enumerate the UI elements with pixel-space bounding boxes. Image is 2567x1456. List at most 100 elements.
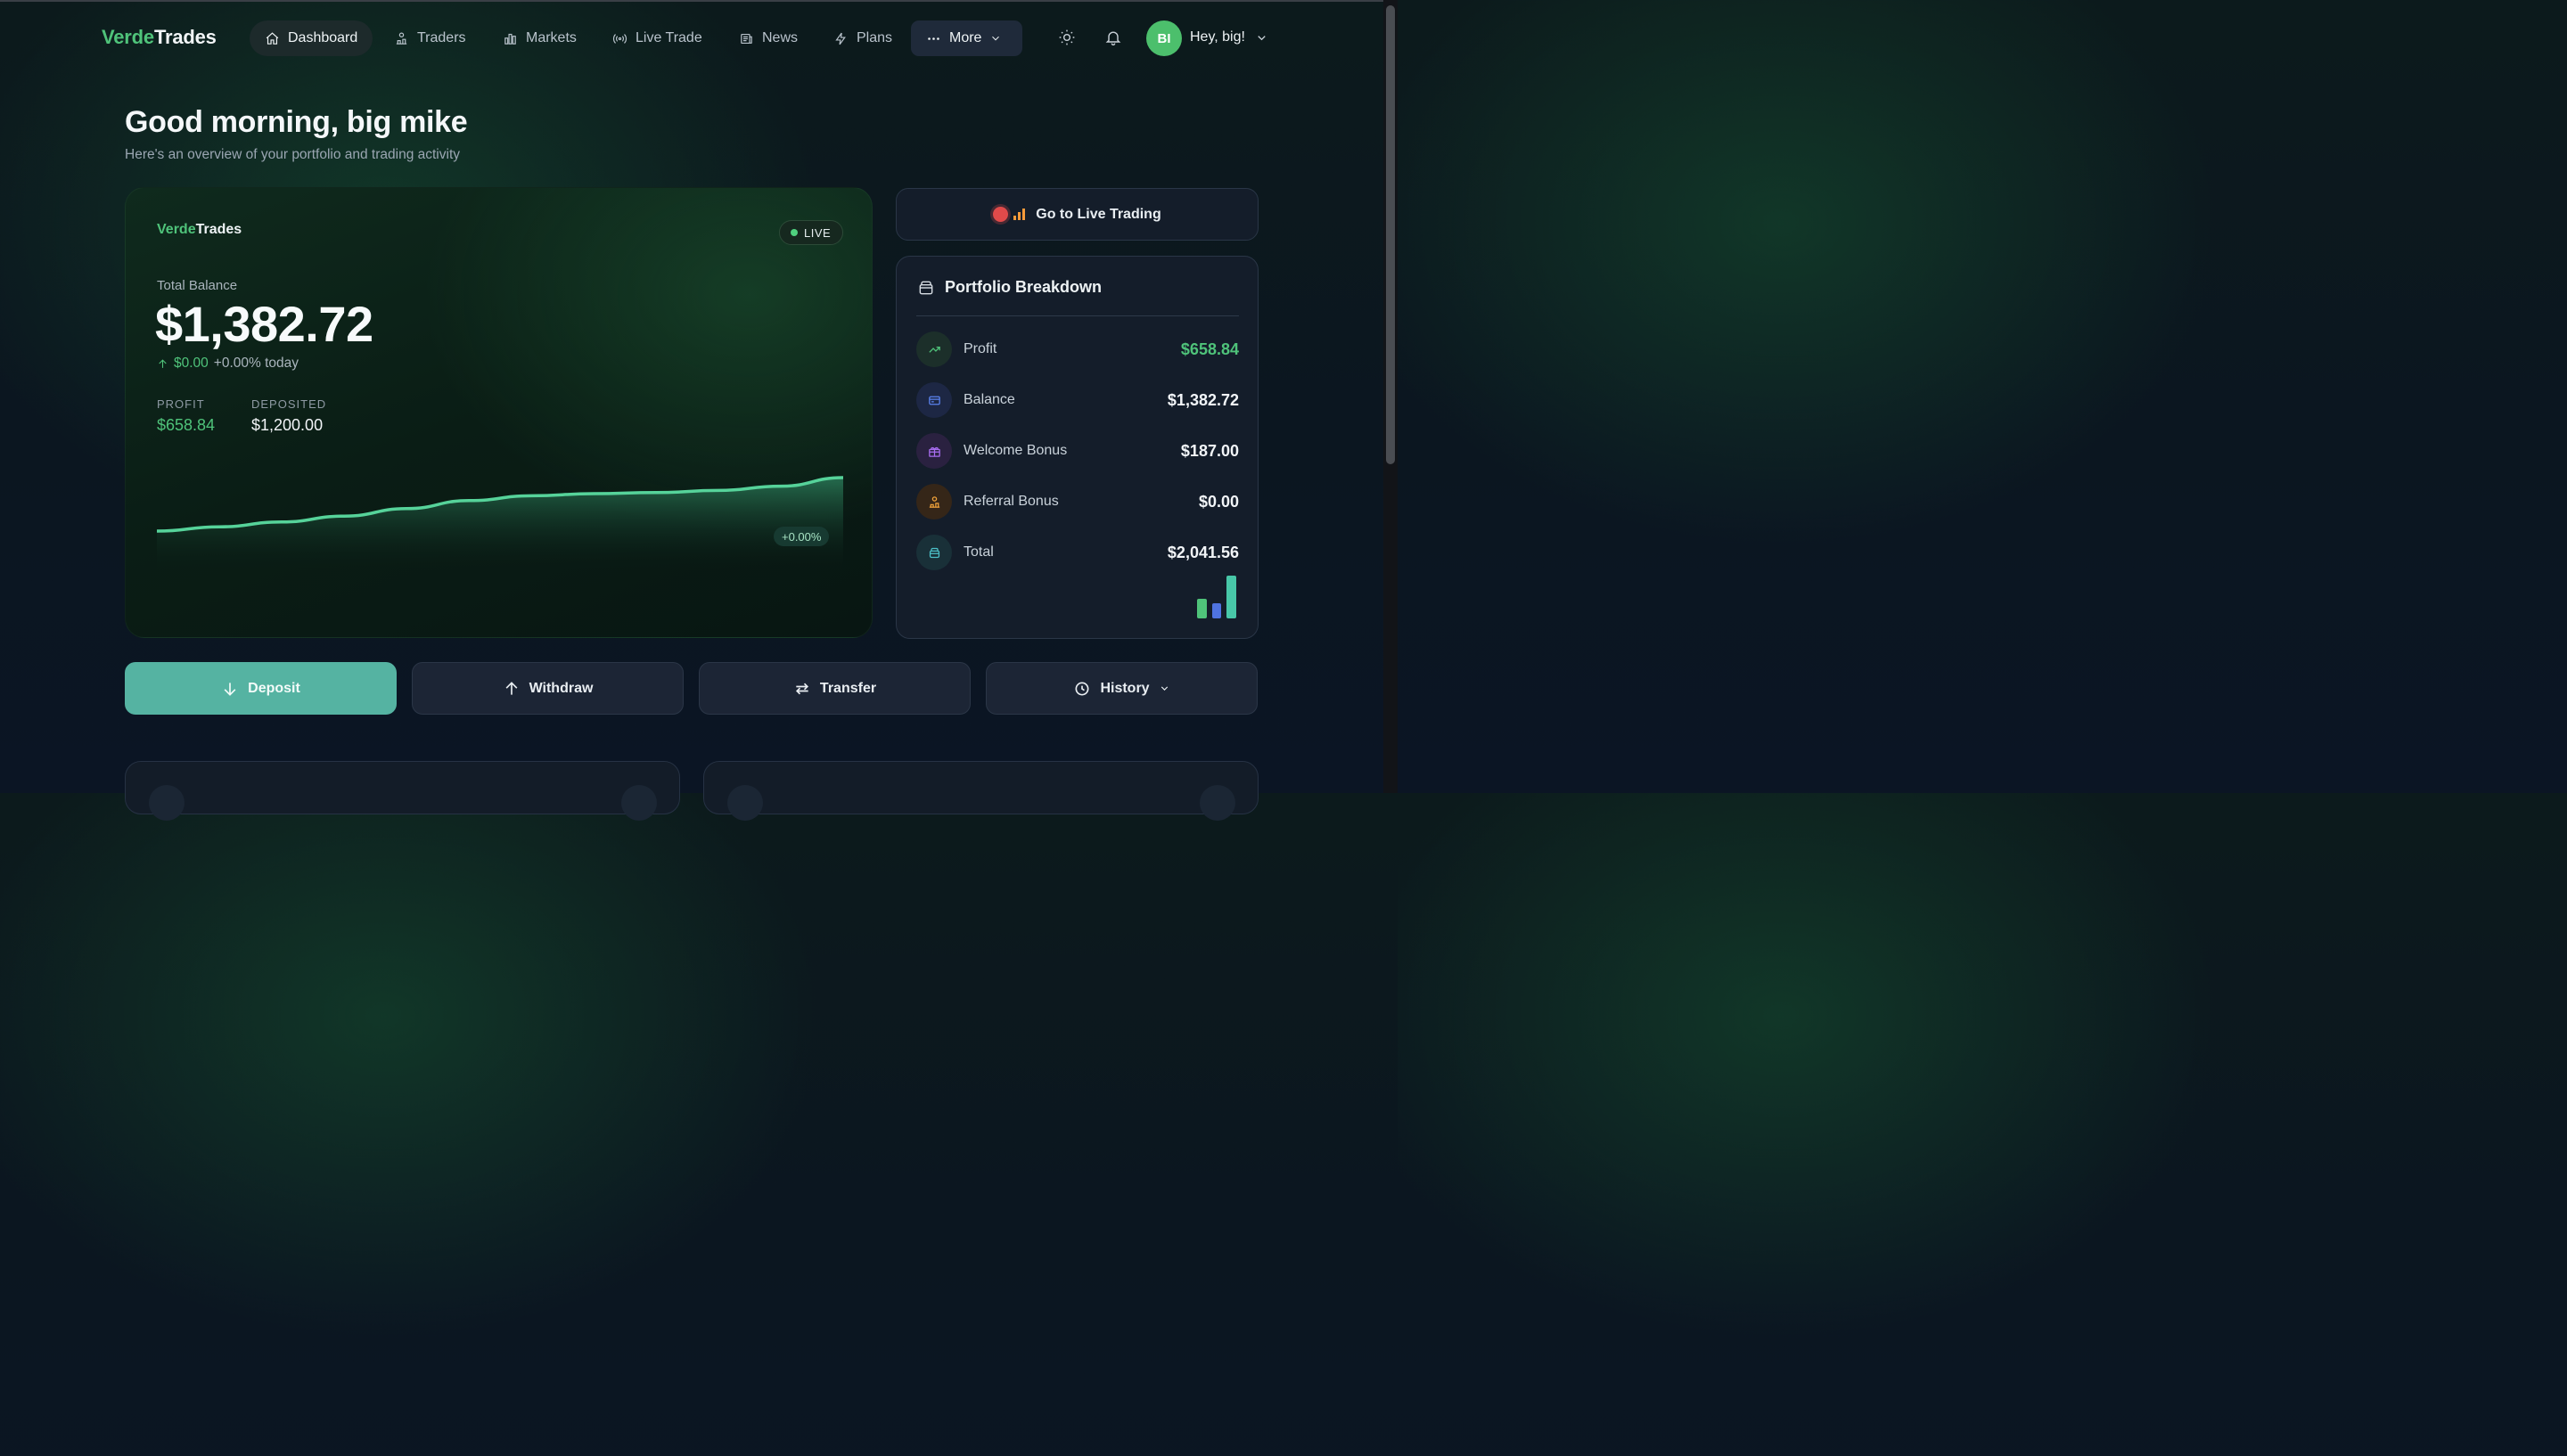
user-greeting[interactable]: Hey, big! — [1190, 29, 1245, 45]
portfolio-row-label: Referral Bonus — [964, 494, 1059, 509]
brand-logo-part1: Verde — [102, 26, 154, 48]
balance-area-chart — [157, 476, 843, 571]
nav-item-markets[interactable]: Markets — [488, 20, 592, 56]
nav-item-label: Traders — [417, 30, 466, 45]
traders-icon — [396, 32, 407, 45]
wallet-icon — [919, 281, 933, 294]
more-menu-label: More — [949, 30, 982, 45]
withdraw-label: Withdraw — [529, 680, 594, 696]
home-icon — [266, 31, 279, 45]
profit-value: $658.84 — [157, 416, 216, 434]
page-subtitle: Here's an overview of your portfolio and… — [125, 147, 461, 162]
chevron-down-icon — [1160, 686, 1168, 691]
profit-label: PROFIT — [157, 397, 205, 411]
live-recording-icon — [993, 207, 1026, 222]
deposit-label: Deposit — [248, 680, 300, 696]
lightning-icon — [835, 32, 846, 45]
portfolio-row-value: $0.00 — [1198, 492, 1239, 511]
portfolio-row-label: Balance — [964, 392, 1015, 407]
balance-change: $0.00 +0.00% today — [157, 356, 299, 372]
portfolio-row-referral-bonus: Referral Bonus $0.00 — [916, 484, 1239, 519]
portfolio-row-label: Total — [964, 544, 994, 560]
card-brand-logo: VerdeTrades — [157, 222, 242, 238]
history-button[interactable]: History — [986, 662, 1258, 715]
portfolio-row-welcome-bonus: Welcome Bonus $187.00 — [916, 433, 1239, 469]
record-dot-icon — [993, 207, 1009, 222]
nav-item-dashboard[interactable]: Dashboard — [250, 20, 373, 56]
notifications-button[interactable] — [1103, 27, 1124, 48]
scrollbar-thumb[interactable] — [1386, 5, 1395, 464]
total-balance-value: $1,382.72 — [155, 296, 373, 352]
card-brand-part2: Trades — [195, 222, 242, 237]
gift-icon — [928, 446, 940, 457]
portfolio-row-value: $187.00 — [1180, 441, 1239, 460]
nav-item-traders[interactable]: Traders — [379, 20, 481, 56]
portfolio-breakdown-title: Portfolio Breakdown — [945, 278, 1103, 296]
credit-card-icon — [928, 396, 940, 405]
card-icon-placeholder — [1200, 785, 1235, 821]
theme-toggle-button[interactable] — [1056, 27, 1078, 48]
portfolio-breakdown-header: Portfolio Breakdown — [917, 278, 1102, 297]
withdraw-button[interactable]: Withdraw — [412, 662, 684, 715]
nav-item-label: News — [762, 30, 799, 45]
live-badge-label: LIVE — [804, 225, 832, 240]
portfolio-row-total: Total $2,041.56 — [916, 535, 1239, 570]
arrow-up-icon — [505, 681, 517, 695]
portfolio-row-value: $1,382.72 — [1167, 390, 1239, 409]
page-scrollbar[interactable] — [1383, 0, 1398, 793]
portfolio-row-label: Welcome Bonus — [964, 443, 1068, 458]
arrow-up-icon — [159, 358, 167, 368]
nav-item-plans[interactable]: Plans — [818, 20, 907, 56]
live-badge: LIVE — [779, 220, 844, 245]
bar-chart-icon — [504, 33, 516, 45]
portfolio-row-value: $2,041.56 — [1167, 543, 1239, 561]
live-dot-icon — [791, 229, 798, 236]
more-menu-button[interactable]: More — [911, 20, 1022, 56]
broadcast-icon — [612, 33, 627, 44]
chevron-down-icon — [992, 36, 1000, 41]
deposit-button[interactable]: Deposit — [125, 662, 397, 715]
balance-icon-badge — [916, 382, 952, 418]
referral-bonus-icon-badge — [916, 484, 952, 519]
total-balance-label: Total Balance — [157, 278, 238, 293]
nav-item-label: Markets — [526, 30, 577, 45]
live-trading-label: Go to Live Trading — [1036, 206, 1161, 222]
wallet-icon — [929, 547, 939, 558]
nav-item-label: Dashboard — [288, 30, 358, 45]
transfer-label: Transfer — [819, 680, 877, 696]
transfer-arrows-icon — [795, 683, 808, 694]
nav-item-news[interactable]: News — [724, 20, 813, 56]
brand-logo-part2: Trades — [153, 26, 217, 48]
go-to-live-trading-button[interactable]: Go to Live Trading — [896, 188, 1259, 241]
newspaper-icon — [741, 33, 752, 44]
nav-item-label: Live Trade — [636, 30, 702, 45]
card-icon-placeholder — [149, 785, 185, 821]
portfolio-row-value: $658.84 — [1180, 339, 1239, 358]
mini-bar — [1197, 599, 1207, 618]
page-title: Good morning, big mike — [125, 105, 468, 139]
profit-icon-badge — [916, 331, 952, 367]
top-navigation: VerdeTrades Dashboard Traders Markets Li… — [0, 0, 1383, 77]
card-icon-placeholder — [727, 785, 763, 821]
nav-item-label: Plans — [857, 30, 893, 45]
card-icon-placeholder — [621, 785, 657, 821]
signal-bars-icon — [1013, 209, 1026, 220]
chart-change-badge: +0.00% — [774, 527, 830, 546]
transfer-button[interactable]: Transfer — [699, 662, 971, 715]
card-brand-part1: Verde — [157, 222, 196, 237]
portfolio-breakdown-card: Portfolio Breakdown Profit $658.84 Balan… — [896, 256, 1259, 639]
sun-icon — [1059, 29, 1075, 45]
bottom-card-left — [125, 761, 680, 821]
trending-up-icon — [928, 346, 940, 353]
change-percent: +0.00% today — [213, 356, 299, 371]
history-label: History — [1100, 680, 1150, 696]
mini-bar — [1212, 603, 1221, 618]
brand-logo[interactable]: VerdeTrades — [102, 26, 217, 49]
change-amount: $0.00 — [174, 356, 209, 371]
mini-bar — [1226, 576, 1236, 618]
user-avatar[interactable]: BI — [1146, 20, 1182, 56]
nav-item-live-trade[interactable]: Live Trade — [597, 20, 718, 56]
bottom-card-right — [703, 761, 1259, 821]
deposited-label: DEPOSITED — [251, 397, 327, 411]
chevron-down-icon[interactable] — [1255, 31, 1268, 45]
